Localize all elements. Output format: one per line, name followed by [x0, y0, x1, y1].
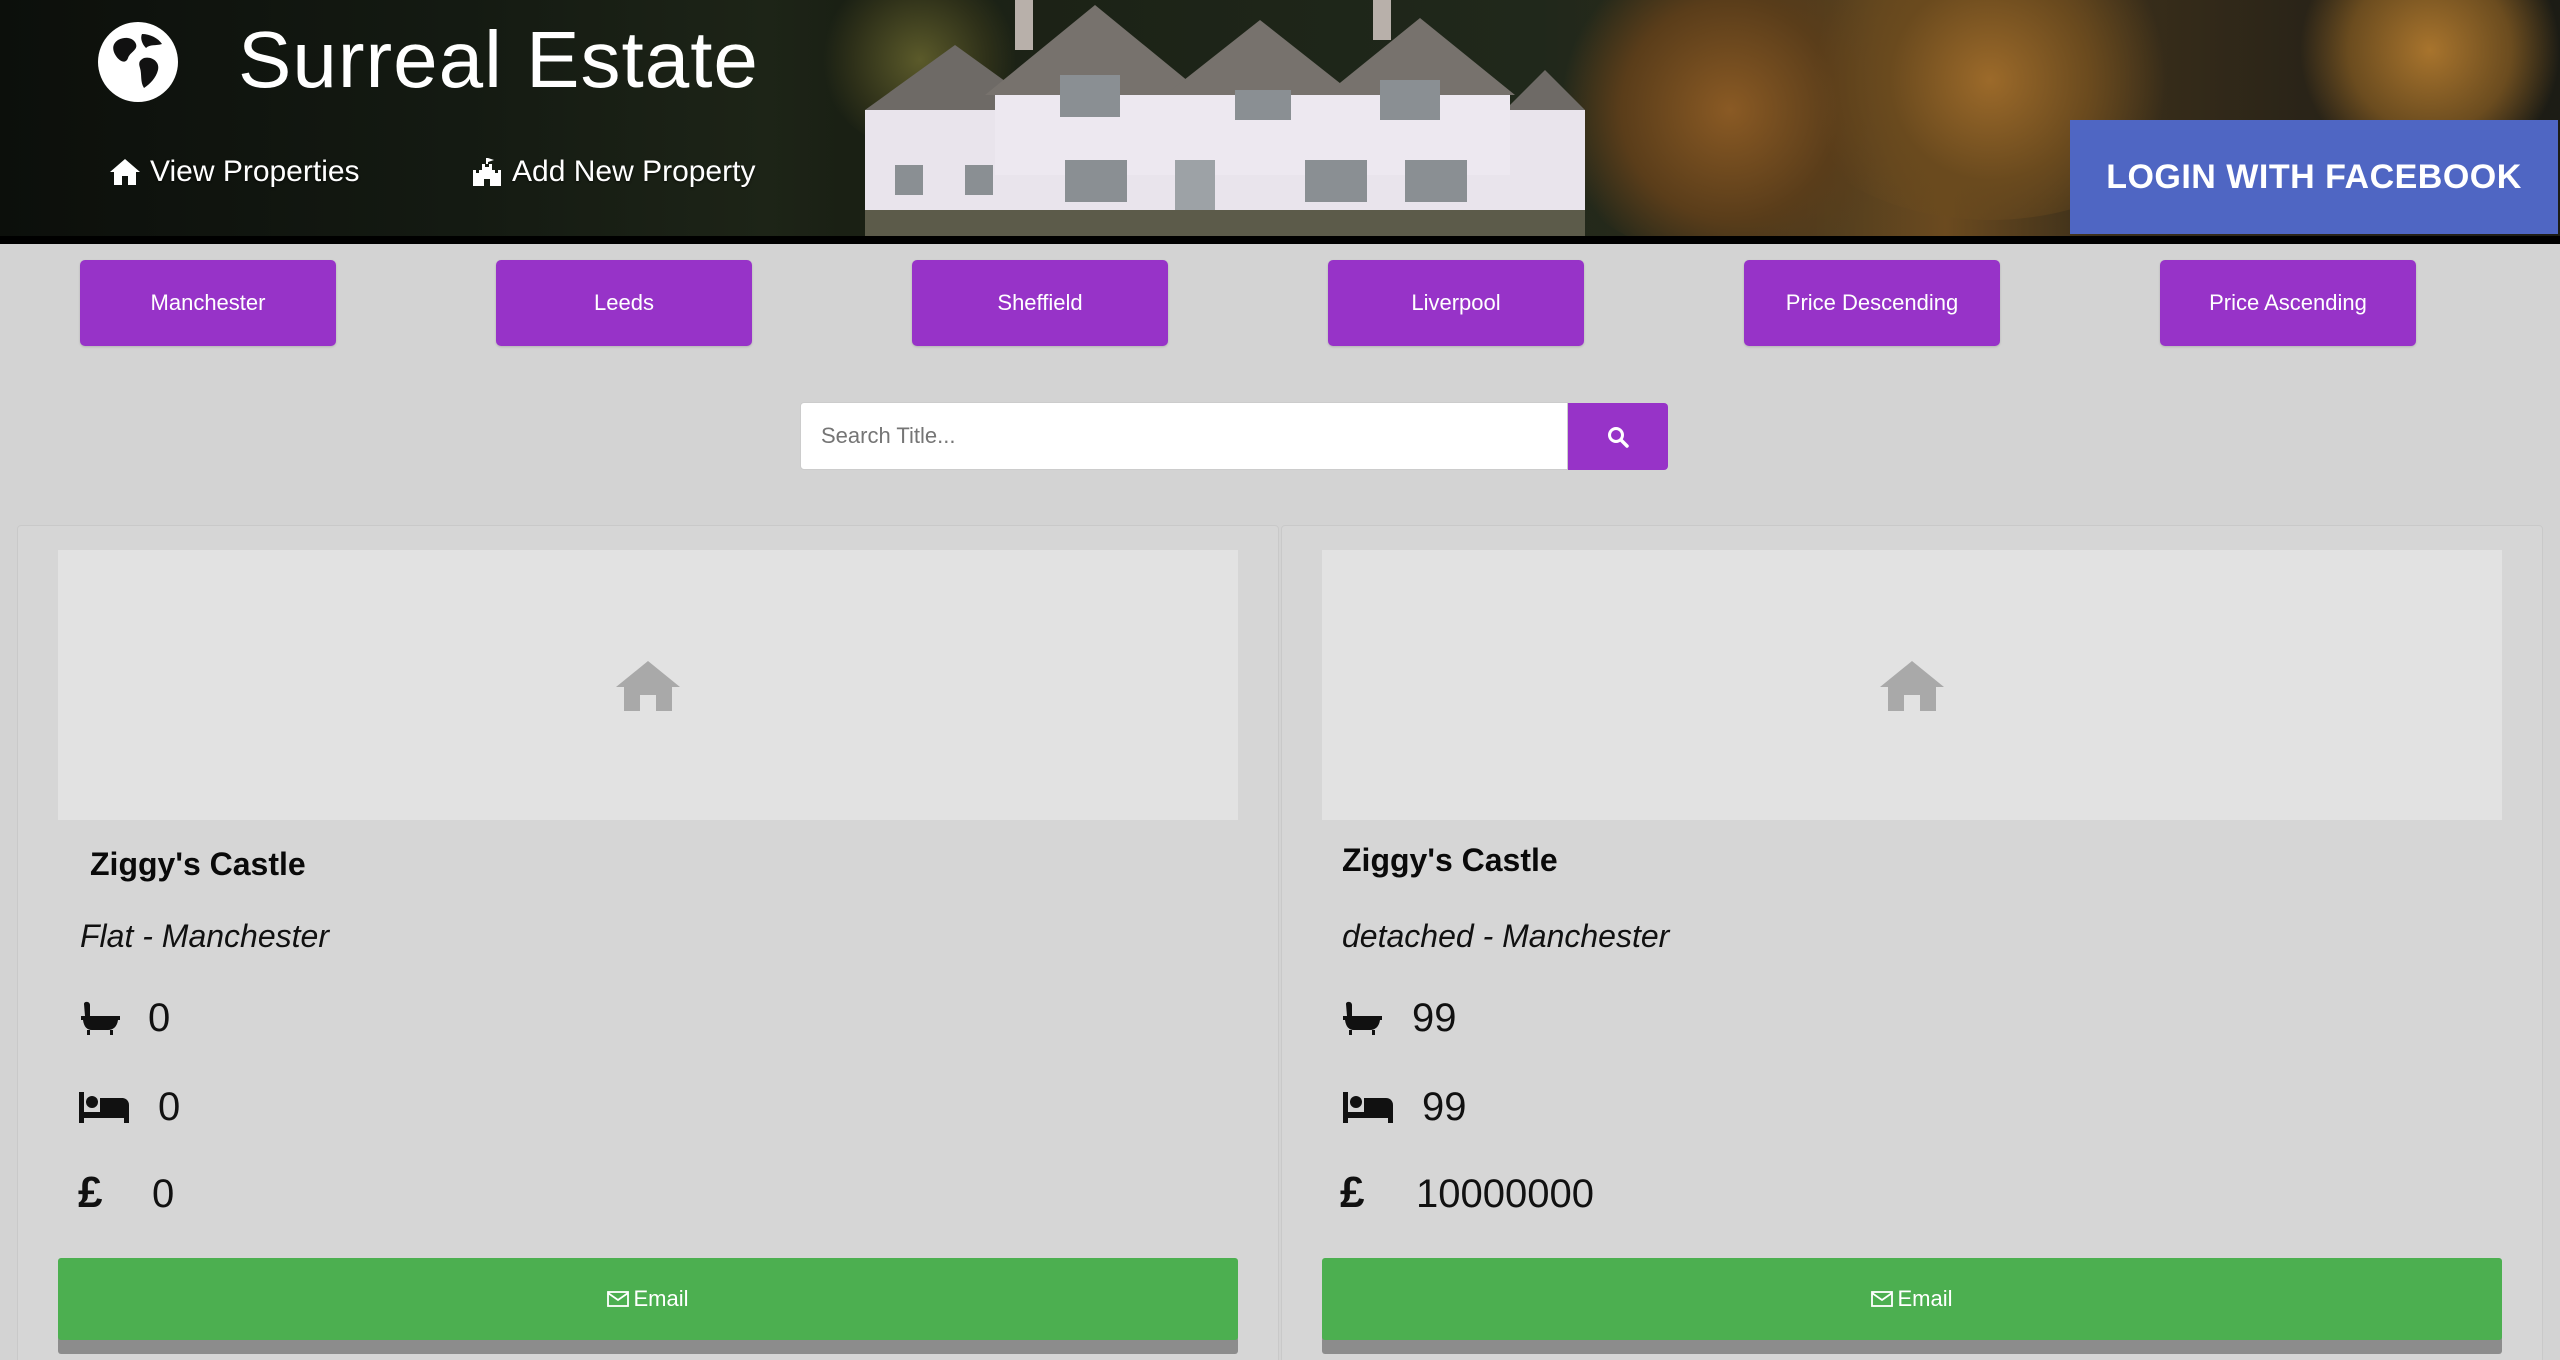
castle-icon [473, 158, 501, 186]
filter-leeds-button[interactable]: Leeds [496, 260, 752, 346]
banner-house [865, 0, 1585, 236]
globe-icon[interactable] [98, 22, 178, 102]
envelope-icon [607, 1291, 630, 1307]
home-icon [1880, 661, 1944, 711]
property-type-location: Flat - Manchester [80, 918, 329, 954]
sort-price-descending-button[interactable]: Price Descending [1744, 260, 2000, 346]
filter-sheffield-button[interactable]: Sheffield [912, 260, 1168, 346]
home-icon [616, 661, 680, 711]
bedroom-count: 99 [1422, 1085, 1467, 1129]
login-facebook-button[interactable]: LOGIN WITH FACEBOOK [2070, 120, 2558, 234]
home-icon [110, 159, 140, 185]
property-card: Ziggy's Castle Flat - Manchester 0 0 £ 0… [17, 525, 1279, 1360]
email-button[interactable]: Email [1322, 1258, 2502, 1340]
nav-add-new-property[interactable]: Add New Property [470, 155, 755, 189]
search-icon [1608, 426, 1629, 448]
property-price: 0 [152, 1172, 175, 1216]
property-card: Ziggy's Castle detached - Manchester 99 … [1281, 525, 2543, 1360]
search-input[interactable] [800, 402, 1568, 470]
property-title: Ziggy's Castle [1342, 842, 1558, 878]
nav-view-properties-label: View Properties [150, 155, 360, 188]
pound-icon: £ [78, 1168, 103, 1217]
bathroom-count: 99 [1412, 996, 1457, 1040]
property-price: 10000000 [1416, 1172, 1594, 1216]
brand-title[interactable]: Surreal Estate [238, 14, 759, 106]
filter-liverpool-button[interactable]: Liverpool [1328, 260, 1584, 346]
nav-view-properties[interactable]: View Properties [108, 155, 360, 189]
property-image-placeholder [1322, 550, 2502, 820]
bathroom-count: 0 [148, 996, 171, 1040]
bath-icon [81, 1001, 120, 1035]
pound-icon: £ [1340, 1168, 1365, 1217]
bath-icon [1343, 1001, 1382, 1035]
sort-price-ascending-button[interactable]: Price Ascending [2160, 260, 2416, 346]
property-type-location: detached - Manchester [1342, 918, 1670, 954]
header-divider [0, 236, 2560, 244]
email-button[interactable]: Email [58, 1258, 1238, 1340]
email-button-label: Email [633, 1286, 689, 1311]
header-banner: Surreal Estate View Properties Add New P… [0, 0, 2560, 243]
bedroom-count: 0 [158, 1085, 181, 1129]
filter-manchester-button[interactable]: Manchester [80, 260, 336, 346]
bed-icon [1343, 1092, 1393, 1123]
property-image-placeholder [58, 550, 1238, 820]
envelope-icon [1871, 1291, 1894, 1307]
property-title: Ziggy's Castle [90, 846, 306, 882]
search-button[interactable] [1568, 403, 1668, 470]
nav-add-new-property-label: Add New Property [512, 155, 756, 188]
bed-icon [79, 1092, 129, 1123]
email-button-label: Email [1897, 1286, 1953, 1311]
